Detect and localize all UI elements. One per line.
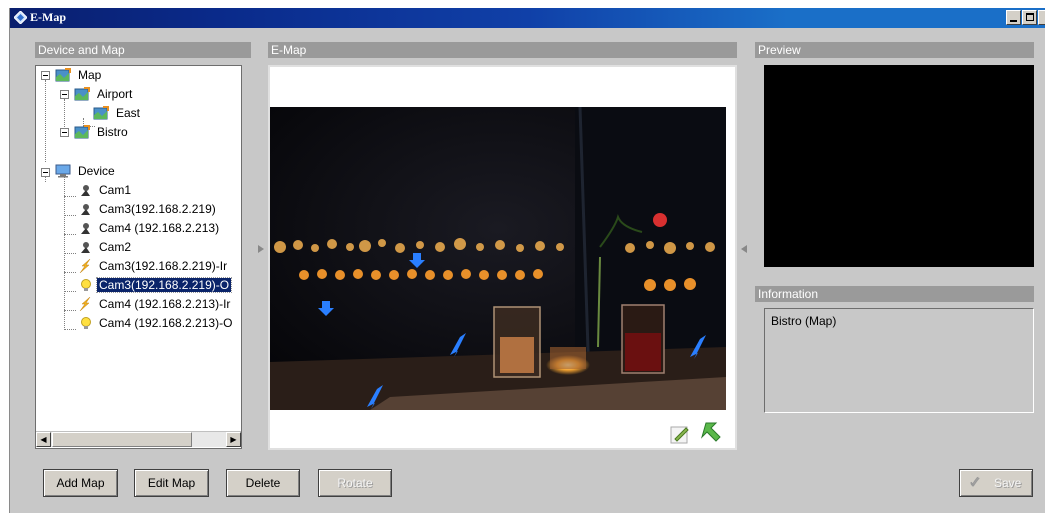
lightning-icon	[79, 297, 91, 311]
information-box: Bistro (Map)	[764, 308, 1034, 413]
bulb-icon	[81, 317, 91, 329]
camera-icon	[81, 204, 90, 215]
camera-icon	[81, 185, 90, 196]
device-and-map-header: Device and Map	[35, 42, 251, 58]
collapse-right-arrow-icon[interactable]	[741, 245, 747, 253]
map-icon	[93, 106, 109, 120]
window-title: E-Map	[30, 10, 66, 24]
add-map-button[interactable]: Add Map	[43, 469, 118, 497]
save-button[interactable]: ✓ Save	[959, 469, 1033, 497]
collapse-left-arrow-icon[interactable]	[258, 245, 264, 253]
emap-window: E-Map Device and Map E-Map Preview Infor…	[9, 8, 1045, 513]
delete-button[interactable]: Delete	[226, 469, 300, 497]
map-expander[interactable]	[41, 71, 50, 80]
map-image	[270, 107, 726, 410]
tree-item-device[interactable]: Device	[76, 162, 117, 180]
undo-arrow-icon[interactable]	[700, 421, 724, 445]
tree-item-bistro[interactable]: Bistro	[95, 123, 130, 141]
emap-canvas[interactable]	[268, 65, 737, 450]
rotate-button[interactable]: Rotate	[318, 469, 392, 497]
title-bar[interactable]: E-Map	[10, 8, 1045, 28]
checkmark-icon: ✓	[968, 474, 982, 491]
save-button-label: Save	[994, 476, 1022, 490]
bulb-icon	[81, 279, 91, 291]
information-text: Bistro (Map)	[771, 314, 837, 328]
scroll-right-arrow-icon[interactable]: ▶	[226, 432, 241, 447]
airport-expander[interactable]	[60, 90, 69, 99]
tree-item-device-selected[interactable]: Cam3(192.168.2.219)-O	[95, 276, 233, 294]
camera-icon	[81, 223, 90, 234]
monitor-icon	[55, 164, 71, 178]
scroll-thumb[interactable]	[52, 432, 192, 447]
tree-horizontal-scrollbar[interactable]: ◀ ▶	[36, 431, 241, 447]
tree-item-airport[interactable]: Airport	[95, 85, 134, 103]
maximize-button[interactable]	[1022, 10, 1037, 25]
tree-item-device[interactable]: Cam3(192.168.2.219)	[97, 200, 218, 218]
tree-item-device[interactable]: Cam4 (192.168.2.213)	[97, 219, 221, 237]
lightning-icon	[79, 259, 91, 273]
emap-app-icon	[14, 11, 27, 24]
tree-item-device[interactable]: Cam4 (192.168.2.213)-O	[97, 314, 234, 332]
tree-item-map[interactable]: Map	[76, 66, 103, 84]
preview-header: Preview	[755, 42, 1034, 58]
information-header: Information	[755, 286, 1034, 302]
camera-icon	[81, 242, 90, 253]
edit-note-icon[interactable]	[669, 423, 691, 445]
device-expander[interactable]	[41, 168, 50, 177]
tree-item-east[interactable]: East	[114, 104, 142, 122]
edit-map-button[interactable]: Edit Map	[134, 469, 209, 497]
map-icon	[55, 68, 71, 82]
tree-item-device[interactable]: Cam3(192.168.2.219)-Ir	[97, 257, 229, 275]
map-icon	[74, 87, 90, 101]
emap-header: E-Map	[268, 42, 737, 58]
bistro-expander[interactable]	[60, 128, 69, 137]
tree-item-device[interactable]: Cam4 (192.168.2.213)-Ir	[97, 295, 232, 313]
close-button[interactable]	[1038, 10, 1045, 25]
minimize-button[interactable]	[1006, 10, 1021, 25]
map-icon	[74, 125, 90, 139]
tree-item-device[interactable]: Cam1	[97, 181, 133, 199]
scroll-left-arrow-icon[interactable]: ◀	[36, 432, 51, 447]
device-map-tree[interactable]: Map Airport East Bistro Device Cam1 Cam3…	[35, 65, 242, 449]
tree-item-device[interactable]: Cam2	[97, 238, 133, 256]
preview-video	[764, 65, 1034, 267]
